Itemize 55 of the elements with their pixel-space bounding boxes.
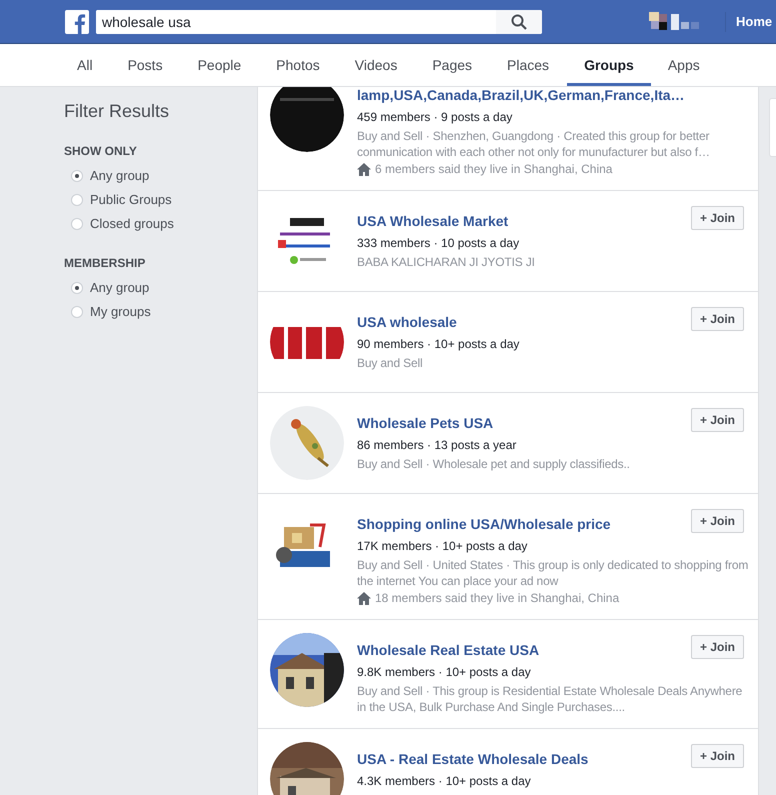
join-button[interactable]: + Join — [690, 206, 744, 230]
logo-icon[interactable] — [65, 10, 89, 34]
sidebar-title: Filter Results — [64, 101, 170, 122]
radio-button[interactable] — [71, 282, 83, 294]
group-stats: 90 members · 10+ posts a day — [357, 336, 520, 352]
group-description: Buy and Sell · Shenzhen, Guangdong · Created this group for better conmunication with each other not only for munufacturer but also f… — [357, 128, 711, 160]
group-name-link[interactable]: lamp,USA,Canada,Brazil,UK,German,France,Ita… — [357, 87, 685, 104]
home-icon — [357, 162, 371, 176]
group-name-link[interactable]: USA wholesale — [357, 313, 457, 331]
join-button[interactable]: + Join — [690, 408, 744, 432]
join-button[interactable]: + Join — [690, 744, 744, 768]
tab[interactable]: Photos — [259, 44, 337, 86]
filter-heading: SHOW ONLY — [64, 144, 137, 158]
filter-option[interactable]: Closed groups — [71, 214, 174, 233]
tab[interactable]: Places — [490, 44, 566, 86]
filter-option[interactable]: Any group — [71, 278, 150, 297]
tab[interactable]: Videos — [338, 44, 414, 86]
group-description: BABA KALICHARAN JI JYOTIS JI — [357, 254, 535, 270]
tab[interactable]: Pages — [415, 44, 490, 86]
group-stats: 4.3K members · 10+ posts a day — [357, 773, 531, 789]
radio-button[interactable] — [71, 306, 83, 318]
filter-option[interactable]: Any group — [71, 166, 150, 185]
group-description: Buy and Sell — [357, 355, 423, 371]
group-stats: 333 members · 10 posts a day — [357, 235, 520, 251]
group-stats: 86 members · 13 posts a year — [357, 437, 516, 453]
group-stats: 459 members · 9 posts a day — [357, 109, 512, 125]
radio-button[interactable] — [71, 218, 83, 230]
tab[interactable]: Apps — [650, 44, 717, 86]
search-button[interactable] — [496, 10, 542, 34]
group-description: Buy and Sell · Wholesale pet and supply classifieds.. — [357, 456, 630, 472]
location-note: 6 members said they live in Shanghai, China — [375, 161, 612, 177]
tab[interactable]: All — [60, 44, 110, 86]
radio-button[interactable] — [71, 194, 83, 206]
join-button[interactable]: + Join — [690, 307, 744, 331]
group-description: Buy and Sell · United States · This group is only dedicated to shopping from the internet You can place your ad now — [357, 557, 750, 589]
group-stats: 17K members · 10+ posts a day — [357, 538, 528, 554]
join-button[interactable]: + Join — [690, 635, 744, 659]
filter-option[interactable]: My groups — [71, 302, 151, 321]
tab[interactable]: Posts — [110, 44, 180, 86]
radio-button[interactable] — [71, 170, 83, 182]
group-description: Buy and Sell · This group is Residential Estate Wholesale Deals Anywhere in the USA, Bulk Purchase And Single Purchases.... — [357, 683, 744, 715]
home-icon — [357, 592, 371, 604]
filter-heading: MEMBERSHIP — [64, 256, 146, 270]
home-link[interactable]: Home — [736, 14, 772, 29]
tab[interactable]: People — [180, 44, 258, 86]
group-name-link[interactable]: Wholesale Real Estate USA — [357, 641, 540, 659]
group-stats: 9.8K members · 10+ posts a day — [357, 664, 531, 680]
search-icon — [511, 14, 527, 30]
group-name-link[interactable]: USA - Real Estate Wholesale Deals — [357, 750, 588, 768]
filter-option[interactable]: Public Groups — [71, 190, 172, 209]
group-name-link[interactable]: Wholesale Pets USA — [357, 414, 494, 432]
location-note: 18 members said they live in Shanghai, China — [375, 590, 620, 606]
group-name-link[interactable]: Shopping online USA/Wholesale price — [357, 515, 611, 533]
group-name-link[interactable]: USA Wholesale Market — [357, 212, 508, 230]
join-button[interactable]: + Join — [690, 509, 744, 533]
